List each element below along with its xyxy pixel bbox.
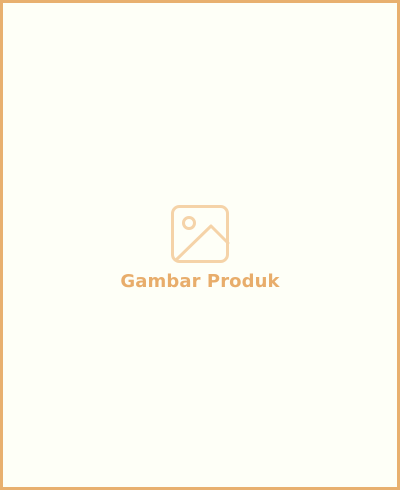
product-image-placeholder: Gambar Produk [0,0,400,490]
placeholder-content: Gambar Produk [3,204,397,293]
placeholder-label: Gambar Produk [120,271,280,292]
image-icon [170,204,230,264]
